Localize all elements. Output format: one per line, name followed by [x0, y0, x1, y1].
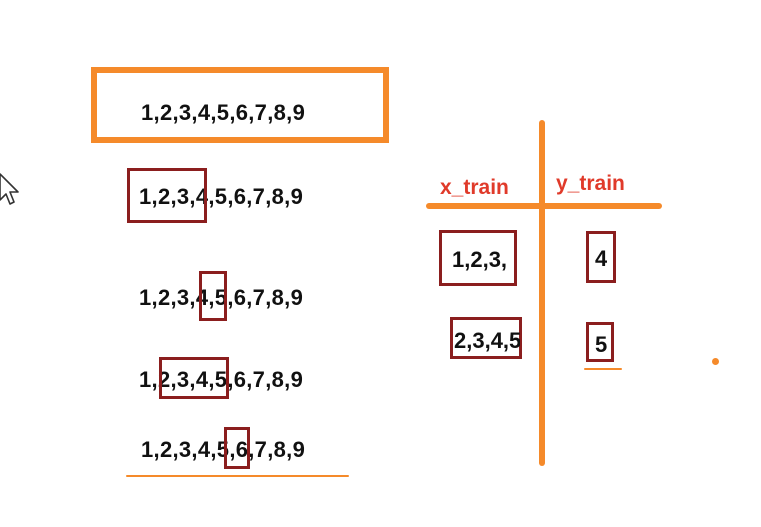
full-sequence-text: 1,2,3,4,5,6,7,8,9 [141, 100, 306, 125]
y-train-cell-2: 5 [586, 322, 614, 362]
window-input-1 [127, 168, 207, 223]
y-train-value-2: 5 [595, 332, 608, 357]
y-train-underline [584, 368, 622, 370]
table-horizontal-divider [426, 203, 662, 209]
window-target-1 [199, 271, 227, 321]
x-train-value-2: 2,3,4,5 [454, 328, 520, 353]
orange-dot [712, 358, 719, 365]
x-train-cell-1: 1,2,3, [439, 230, 517, 286]
x-train-cell-2: 2,3,4,5 [450, 317, 522, 359]
sequence-underline [126, 475, 349, 477]
x-train-header: x_train [440, 176, 509, 199]
y-train-header: y_train [556, 172, 625, 195]
window-input-2 [159, 357, 229, 399]
mouse-cursor-icon [0, 173, 19, 205]
x-train-value-1: 1,2,3, [452, 247, 508, 272]
table-vertical-divider [539, 120, 545, 466]
y-train-cell-1: 4 [586, 231, 616, 283]
window-target-2 [224, 427, 250, 469]
y-train-value-1: 4 [595, 246, 608, 271]
